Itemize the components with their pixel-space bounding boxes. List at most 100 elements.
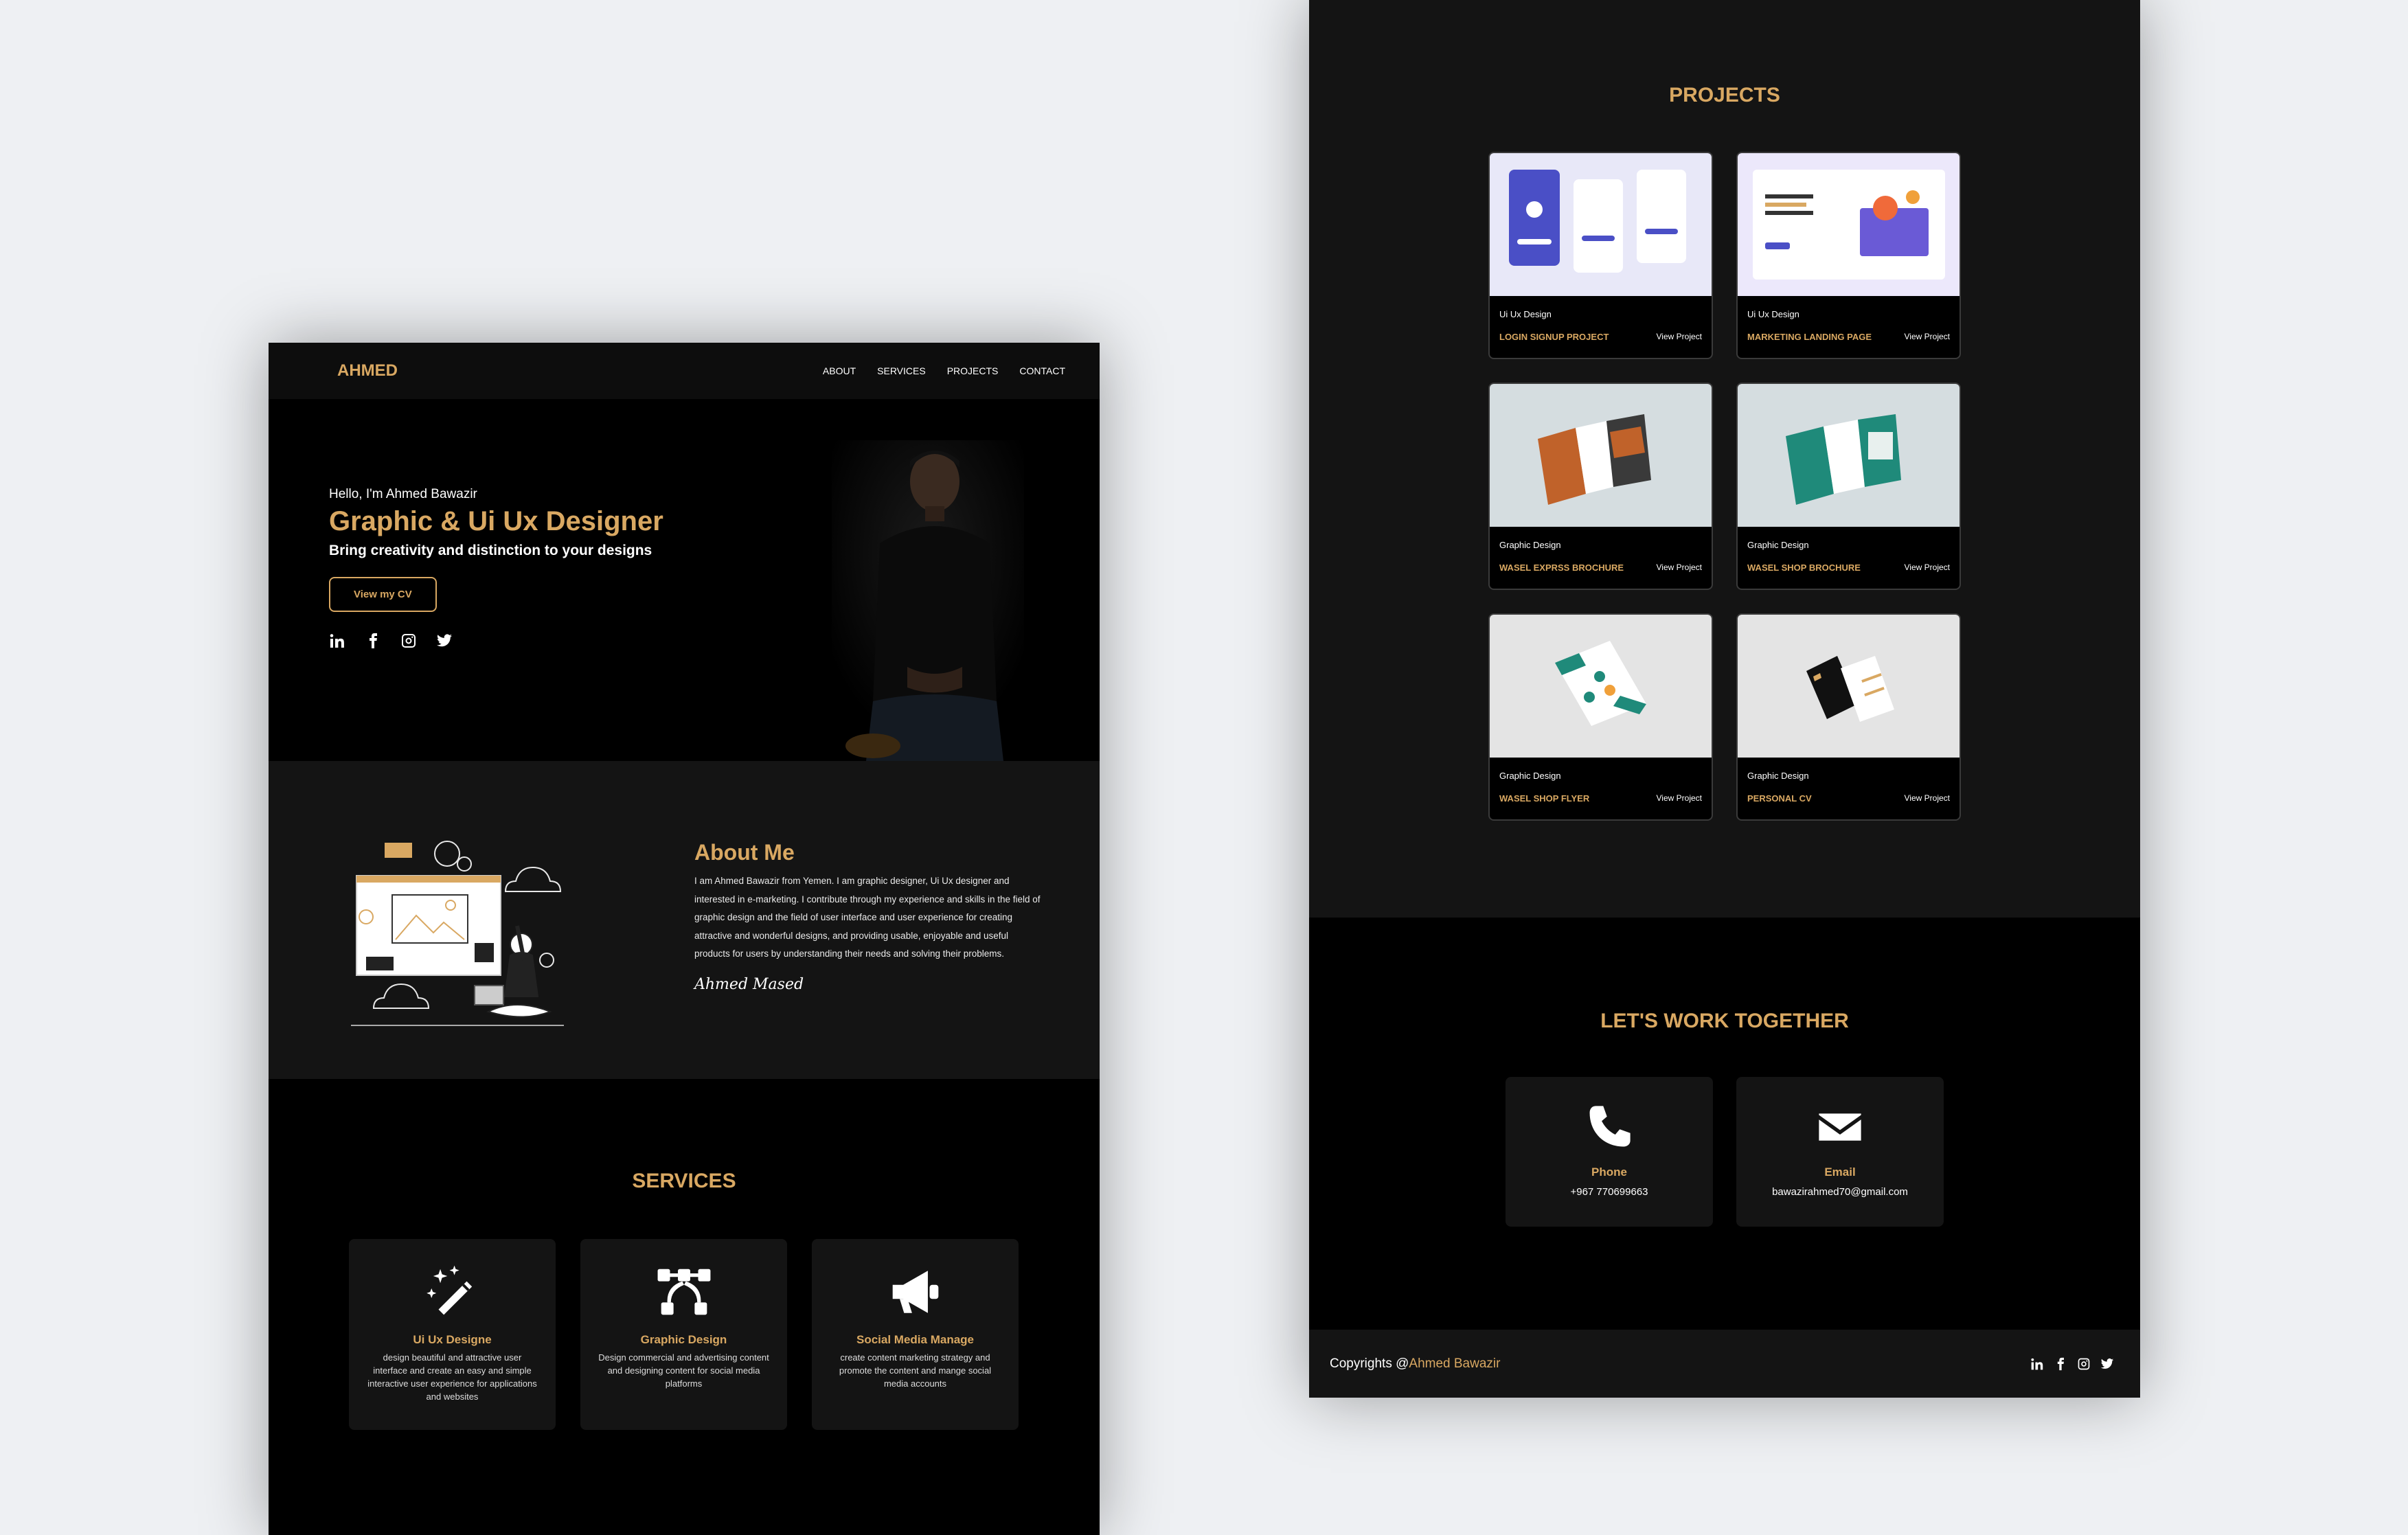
contact-label: Phone — [1591, 1166, 1627, 1179]
project-info: Graphic Design PERSONAL CV View Project — [1738, 761, 1960, 804]
project-row: MARKETING LANDING PAGE View Project — [1747, 332, 1950, 342]
service-name: Graphic Design — [640, 1333, 727, 1346]
service-desc: create content marketing strategy and pr… — [839, 1352, 992, 1389]
project-category: Graphic Design — [1499, 540, 1561, 550]
view-project-link[interactable]: View Project — [1905, 793, 1950, 804]
project-row: PERSONAL CV View Project — [1747, 793, 1950, 804]
project-row: WASEL SHOP FLYER View Project — [1499, 793, 1702, 804]
project-info: Graphic Design WASEL EXPRSS BROCHURE Vie… — [1490, 530, 1712, 573]
megaphone-icon — [892, 1271, 938, 1313]
magic-wand-icon — [426, 1265, 472, 1315]
project-row: WASEL SHOP BROCHURE View Project — [1747, 562, 1950, 573]
contact-card-phone[interactable]: Phone +967 770699663 — [1506, 1077, 1713, 1227]
nav-item-contact[interactable]: CONTACT — [1019, 365, 1065, 376]
project-row: LOGIN SIGNUP PROJECT View Project — [1499, 332, 1702, 342]
view-project-link[interactable]: View Project — [1905, 562, 1950, 573]
hero-title: Graphic & Ui Ux Designer — [329, 506, 663, 536]
nav-menu: ABOUT SERVICES PROJECTS CONTACT — [823, 365, 1065, 376]
project-card[interactable]: Graphic Design WASEL SHOP BROCHURE View … — [1736, 383, 1961, 590]
designer-illustration — [351, 841, 564, 1026]
service-card-social: Social Media Manage create content marke… — [812, 1239, 1019, 1430]
contact-title: LET'S WORK TOGETHER — [1600, 1010, 1849, 1032]
project-card[interactable]: Ui Ux Design MARKETING LANDING PAGE View… — [1736, 152, 1961, 359]
view-cv-button[interactable]: View my CV — [329, 577, 437, 612]
facebook-icon[interactable] — [2054, 1357, 2067, 1371]
service-desc: Design commercial and advertising conten… — [598, 1352, 769, 1389]
project-name: WASEL SHOP FLYER — [1499, 793, 1590, 804]
projects-title: PROJECTS — [1669, 84, 1780, 106]
about-section: About Me I am Ahmed Bawazir from Yemen. … — [269, 761, 1100, 1079]
nav-item-about[interactable]: ABOUT — [823, 365, 856, 376]
contact-label: Email — [1824, 1166, 1856, 1179]
project-category: Graphic Design — [1747, 540, 1809, 550]
service-card-uiux: Ui Ux Designe design beautiful and attra… — [349, 1239, 556, 1430]
services-title: SERVICES — [632, 1170, 736, 1192]
project-thumbnail — [1490, 153, 1712, 296]
hero-subtitle: Bring creativity and distinction to your… — [329, 543, 652, 558]
project-name: WASEL EXPRSS BROCHURE — [1499, 562, 1624, 573]
copyright: Copyrights @Ahmed Bawazir — [1330, 1356, 1500, 1372]
hero-socials — [329, 633, 663, 649]
contact-value: +967 770699663 — [1570, 1186, 1648, 1198]
facebook-icon[interactable] — [365, 633, 381, 649]
contact-section: LET'S WORK TOGETHER Phone +967 770699663… — [1309, 918, 2140, 1330]
project-card[interactable]: Graphic Design WASEL SHOP FLYER View Pro… — [1488, 613, 1713, 821]
footer: Copyrights @Ahmed Bawazir — [1309, 1330, 2140, 1398]
about-text: About Me I am Ahmed Bawazir from Yemen. … — [694, 840, 1045, 993]
hero-text: Hello, I'm Ahmed Bawazir Graphic & Ui Ux… — [329, 487, 663, 649]
project-thumbnail — [1738, 615, 1960, 758]
signature: Ahmed Mased — [694, 975, 804, 993]
project-category: Ui Ux Design — [1499, 309, 1552, 319]
copyright-prefix: Copyrights @ — [1330, 1356, 1409, 1371]
project-thumbnail — [1490, 384, 1712, 527]
view-project-link[interactable]: View Project — [1905, 332, 1950, 342]
vector-nodes-icon — [657, 1269, 710, 1315]
twitter-icon[interactable] — [436, 633, 453, 649]
linkedin-icon[interactable] — [2030, 1357, 2044, 1371]
envelope-icon — [1819, 1113, 1861, 1141]
portfolio-home-page: AHMED ABOUT SERVICES PROJECTS CONTACT He… — [269, 343, 1100, 1535]
hero-greeting: Hello, I'm Ahmed Bawazir — [329, 487, 477, 501]
project-thumbnail — [1738, 153, 1960, 296]
project-name: MARKETING LANDING PAGE — [1747, 332, 1872, 342]
service-name: Social Media Manage — [856, 1333, 974, 1346]
project-category: Graphic Design — [1747, 771, 1809, 781]
services-cards: Ui Ux Designe design beautiful and attra… — [349, 1239, 1019, 1430]
navbar: AHMED ABOUT SERVICES PROJECTS CONTACT — [269, 343, 1100, 399]
project-category: Graphic Design — [1499, 771, 1561, 781]
project-info: Ui Ux Design MARKETING LANDING PAGE View… — [1738, 299, 1960, 342]
copyright-name: Ahmed Bawazir — [1409, 1356, 1501, 1371]
project-info: Ui Ux Design LOGIN SIGNUP PROJECT View P… — [1490, 299, 1712, 342]
instagram-icon[interactable] — [2077, 1357, 2091, 1371]
contact-cards: Phone +967 770699663 Email bawazirahmed7… — [1506, 1077, 1944, 1227]
logo[interactable]: AHMED — [337, 361, 398, 380]
contact-value: bawazirahmed70@gmail.com — [1772, 1186, 1908, 1198]
view-project-link[interactable]: View Project — [1657, 562, 1702, 573]
about-title: About Me — [694, 840, 795, 865]
project-card[interactable]: Ui Ux Design LOGIN SIGNUP PROJECT View P… — [1488, 152, 1713, 359]
project-card[interactable]: Graphic Design WASEL EXPRSS BROCHURE Vie… — [1488, 383, 1713, 590]
project-thumbnail — [1490, 615, 1712, 758]
phone-icon — [1589, 1106, 1631, 1147]
service-name: Ui Ux Designe — [413, 1333, 492, 1346]
nav-item-projects[interactable]: PROJECTS — [947, 365, 999, 376]
footer-socials — [2030, 1357, 2114, 1371]
contact-card-email[interactable]: Email bawazirahmed70@gmail.com — [1736, 1077, 1944, 1227]
projects-grid: Ui Ux Design LOGIN SIGNUP PROJECT View P… — [1488, 152, 1961, 821]
view-project-link[interactable]: View Project — [1657, 793, 1702, 804]
linkedin-icon[interactable] — [329, 633, 345, 649]
service-card-graphic: Graphic Design Design commercial and adv… — [580, 1239, 787, 1430]
project-thumbnail — [1738, 384, 1960, 527]
instagram-icon[interactable] — [400, 633, 417, 649]
project-category: Ui Ux Design — [1747, 309, 1799, 319]
project-card[interactable]: Graphic Design PERSONAL CV View Project — [1736, 613, 1961, 821]
nav-item-services[interactable]: SERVICES — [877, 365, 926, 376]
project-name: WASEL SHOP BROCHURE — [1747, 562, 1861, 573]
view-project-link[interactable]: View Project — [1657, 332, 1702, 342]
project-info: Graphic Design WASEL SHOP BROCHURE View … — [1738, 530, 1960, 573]
twitter-icon[interactable] — [2100, 1357, 2114, 1371]
project-row: WASEL EXPRSS BROCHURE View Project — [1499, 562, 1702, 573]
hero-section: Hello, I'm Ahmed Bawazir Graphic & Ui Ux… — [269, 399, 1100, 761]
portfolio-projects-page: PROJECTS Ui Ux Design LOGIN SIGNUP PROJE… — [1309, 0, 2140, 1398]
service-desc: design beautiful and attractive user int… — [367, 1352, 537, 1402]
